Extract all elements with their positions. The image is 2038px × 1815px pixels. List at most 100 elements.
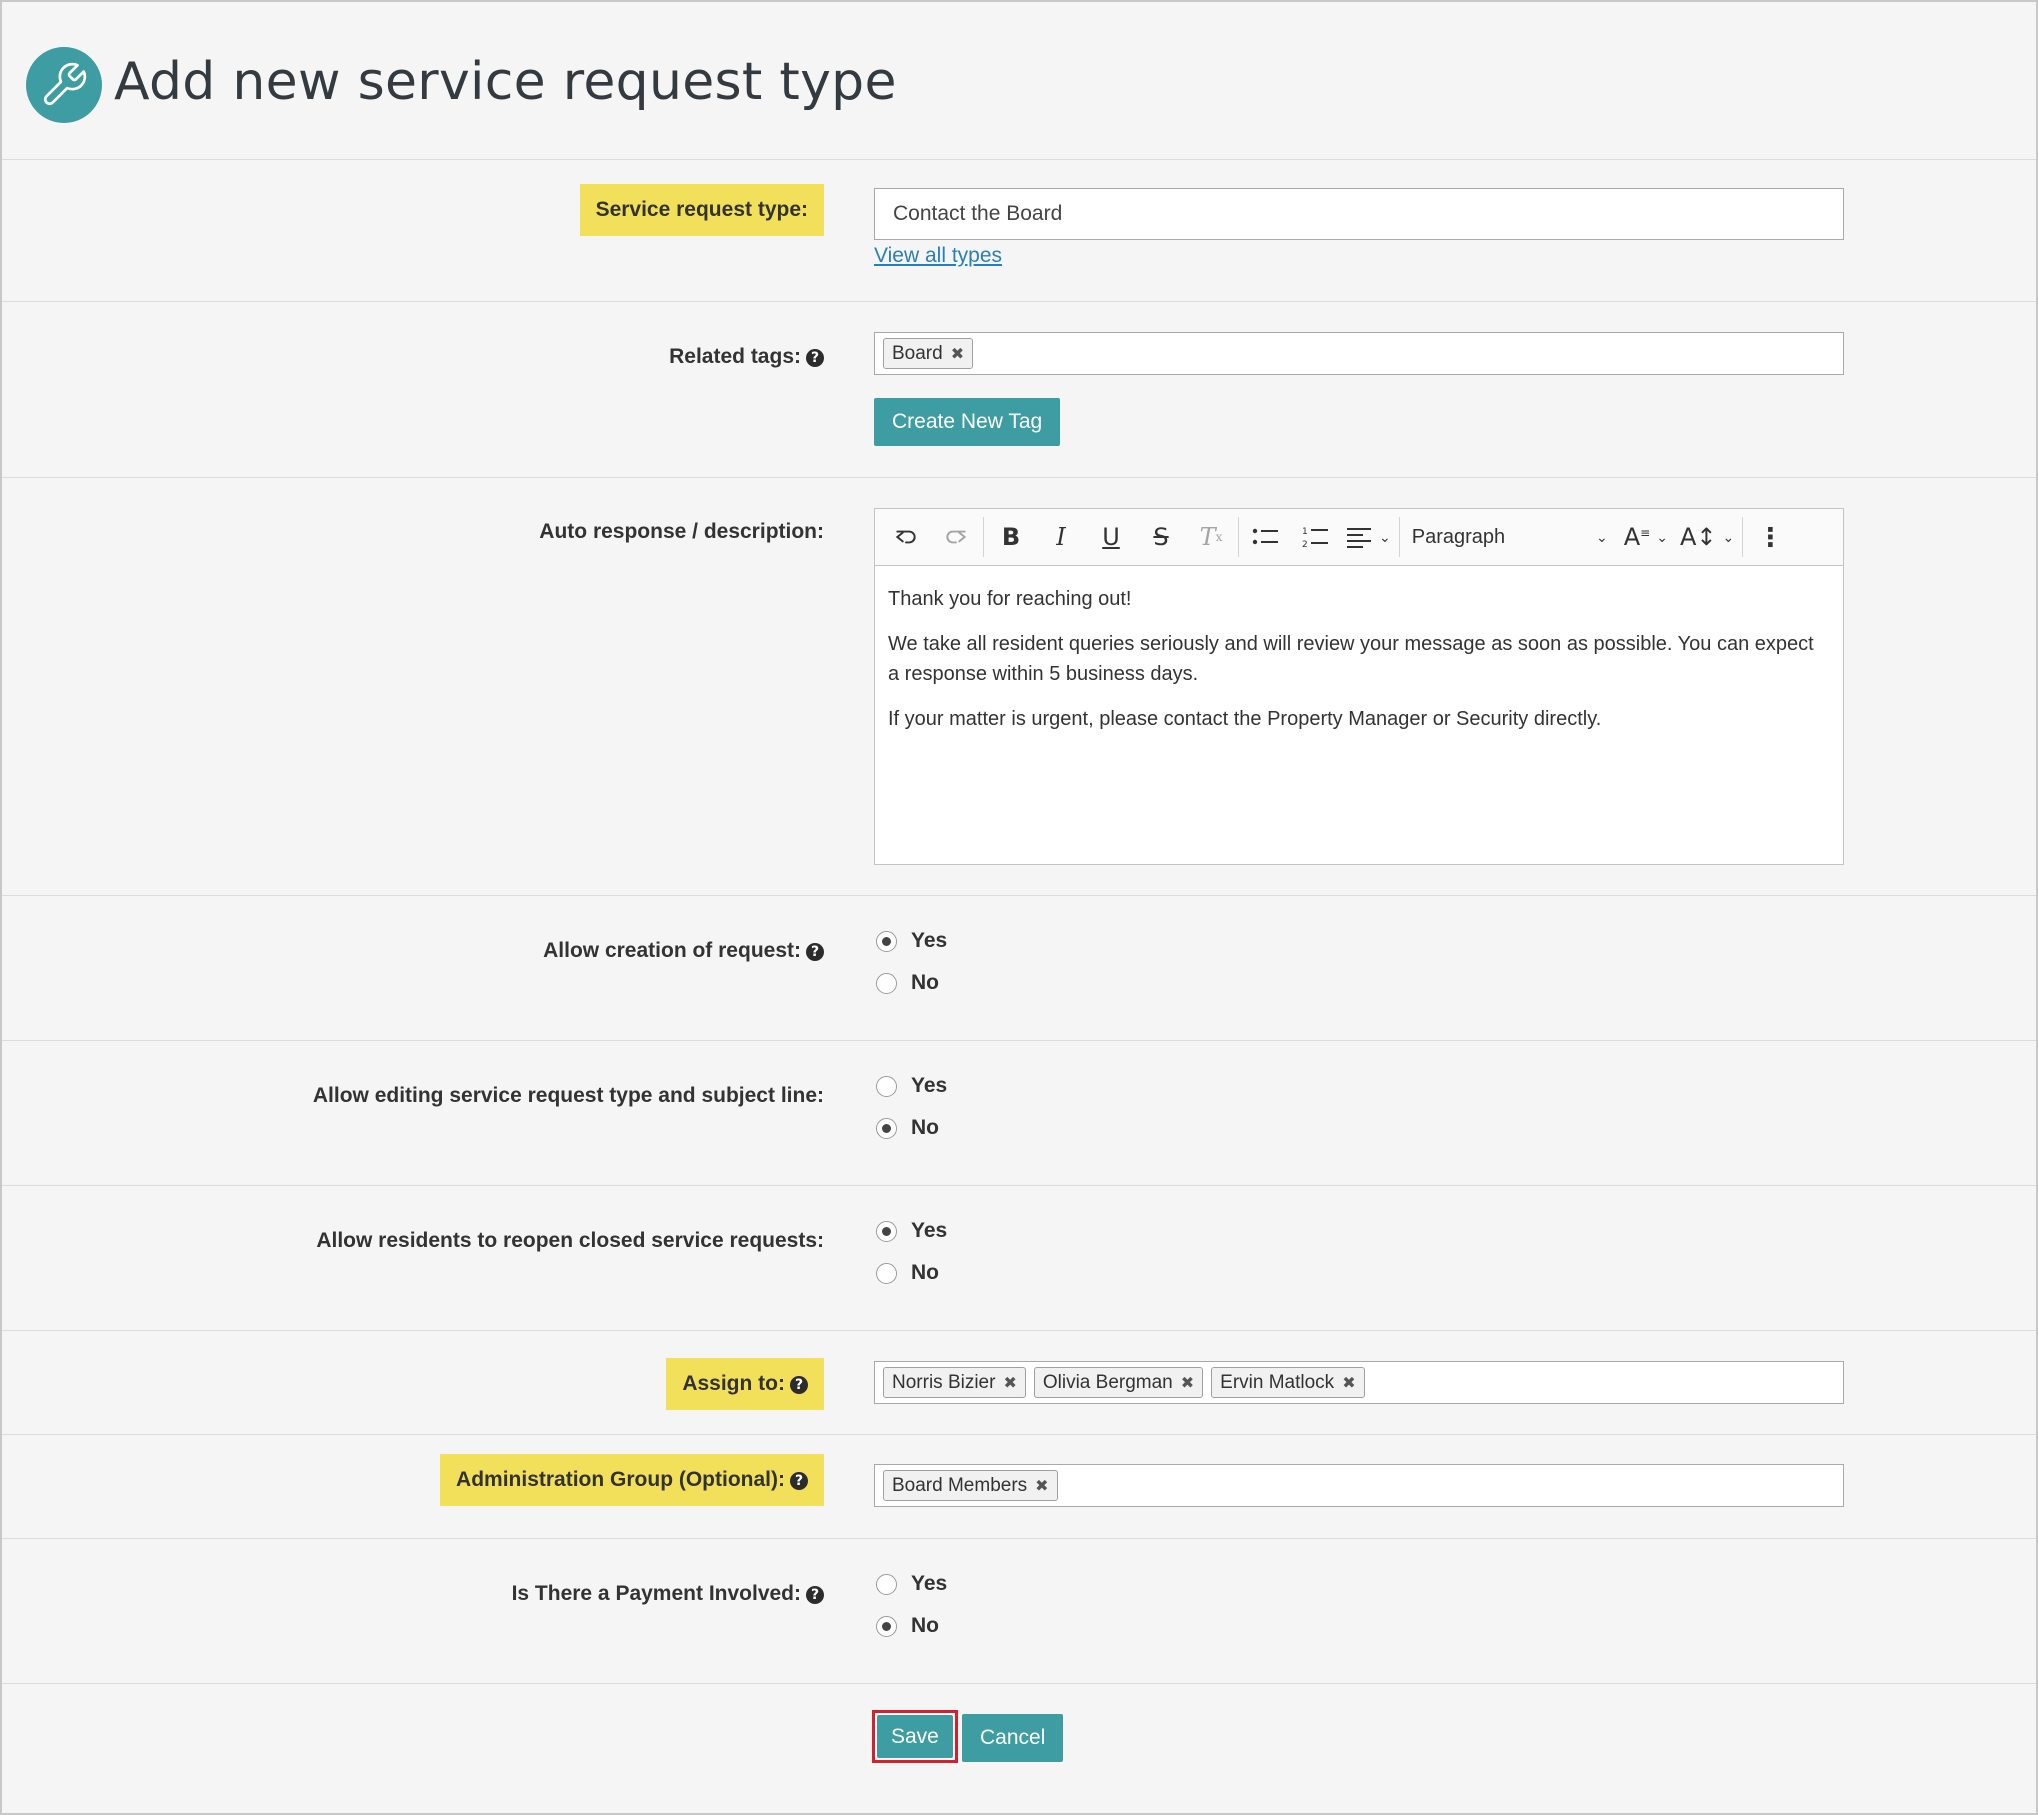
allow-editing-no-option[interactable]: No <box>876 1116 939 1140</box>
remove-tag-icon[interactable]: ✖ <box>1181 1373 1194 1393</box>
help-icon[interactable]: ? <box>790 1472 808 1490</box>
create-new-tag-button[interactable]: Create New Tag <box>874 398 1061 446</box>
allow-editing-label: Allow editing service request type and s… <box>312 1084 824 1107</box>
radio-button[interactable] <box>876 1573 897 1595</box>
strikethrough-icon[interactable]: S <box>1136 515 1186 560</box>
admin-group-row: Administration Group (Optional):? Board … <box>2 1435 2036 1539</box>
related-tags-label-text: Related tags: <box>669 345 801 368</box>
related-tags-field: Board ✖ Create New Tag <box>874 332 1844 446</box>
auto-response-label: Auto response / description: <box>539 520 824 543</box>
toolbar-divider <box>1238 517 1239 557</box>
group-chip: Board Members ✖ <box>883 1470 1058 1501</box>
rich-text-editor: B I U S Tx 12 ⌄ Paragraph ⌄ A≡ ⌄ A↕ ⌄ ⋮ … <box>874 508 1844 865</box>
tag-label: Norris Bizier <box>892 1371 996 1393</box>
payment-label-text: Is There a Payment Involved: <box>511 1582 801 1605</box>
bold-icon[interactable]: B <box>986 515 1036 560</box>
numbered-list-icon[interactable]: 12 <box>1291 515 1341 560</box>
allow-editing-yes-option[interactable]: Yes <box>876 1074 947 1098</box>
allow-creation-no-option[interactable]: No <box>876 971 939 995</box>
font-size-icon: A↕ <box>1679 523 1717 551</box>
service-request-type-label-text: Service request type: <box>595 198 808 221</box>
block-format-value: Paragraph <box>1411 525 1506 548</box>
toolbar-divider <box>1742 517 1744 557</box>
service-request-type-input[interactable] <box>874 188 1844 240</box>
payment-label: Is There a Payment Involved:? <box>512 1582 824 1606</box>
radio-label: No <box>911 971 939 994</box>
editor-content[interactable]: Thank you for reaching out! We take all … <box>875 566 1843 864</box>
related-tags-label: Related tags:? <box>669 345 824 369</box>
allow-reopen-no-option[interactable]: No <box>876 1261 939 1285</box>
assign-to-input[interactable]: Norris Bizier ✖ Olivia Bergman ✖ Ervin Mat… <box>874 1361 1844 1404</box>
admin-group-field: Board Members ✖ <box>874 1464 1844 1507</box>
editor-paragraph: Thank you for reaching out! <box>888 588 1132 610</box>
assign-to-row: Assign to:? Norris Bizier ✖ Olivia Bergma… <box>2 1331 2036 1435</box>
clear-formatting-icon[interactable]: Tx <box>1186 515 1236 560</box>
tag-label: Board <box>892 342 943 364</box>
view-all-types-link[interactable]: View all types <box>874 244 1002 267</box>
tag-label: Ervin Matlock <box>1220 1371 1335 1393</box>
assignee-chip: Olivia Bergman ✖ <box>1033 1367 1204 1398</box>
radio-button[interactable] <box>876 972 897 994</box>
assignee-chip: Ervin Matlock ✖ <box>1211 1367 1365 1398</box>
admin-group-label: Administration Group (Optional):? <box>440 1454 824 1506</box>
remove-tag-icon[interactable]: ✖ <box>951 344 964 364</box>
payment-no-option[interactable]: No <box>876 1614 939 1638</box>
svg-text:1: 1 <box>1302 527 1308 537</box>
radio-button[interactable] <box>876 1262 897 1284</box>
toolbar-divider <box>1398 517 1400 557</box>
wrench-icon <box>26 47 102 123</box>
block-format-dropdown[interactable]: Paragraph ⌄ <box>1402 515 1618 560</box>
help-icon[interactable]: ? <box>806 1586 824 1604</box>
cancel-button[interactable]: Cancel <box>962 1714 1064 1762</box>
payment-yes-option[interactable]: Yes <box>876 1572 947 1596</box>
admin-group-input[interactable]: Board Members ✖ <box>874 1464 1844 1507</box>
radio-label: No <box>911 1116 939 1139</box>
help-icon[interactable]: ? <box>806 349 824 367</box>
radio-button[interactable] <box>876 1220 897 1242</box>
chevron-down-icon: ⌄ <box>1596 528 1608 545</box>
italic-icon[interactable]: I <box>1036 515 1086 560</box>
save-button[interactable]: Save <box>877 1715 953 1758</box>
font-size-dropdown[interactable]: A↕ ⌄ <box>1674 515 1740 560</box>
radio-label: No <box>911 1614 939 1637</box>
font-family-dropdown[interactable]: A≡ ⌄ <box>1618 515 1674 560</box>
allow-creation-row: Allow creation of request:? Yes No <box>2 896 2036 1041</box>
underline-icon[interactable]: U <box>1086 515 1136 560</box>
radio-button[interactable] <box>876 1615 897 1637</box>
editor-paragraph: We take all resident queries seriously a… <box>888 633 1814 685</box>
service-request-type-row: Service request type: View all types <box>2 160 2036 302</box>
remove-tag-icon[interactable]: ✖ <box>1342 1373 1355 1393</box>
bulleted-list-icon[interactable] <box>1241 515 1291 560</box>
redo-icon[interactable] <box>931 515 981 560</box>
tag-chip: Board ✖ <box>883 338 974 369</box>
font-family-icon: A≡ <box>1623 523 1651 551</box>
radio-button[interactable] <box>876 1117 897 1139</box>
align-left-icon <box>1347 528 1371 548</box>
allow-creation-yes-option[interactable]: Yes <box>876 929 947 953</box>
alignment-dropdown[interactable]: ⌄ <box>1341 515 1397 560</box>
auto-response-row: Auto response / description: B I U S Tx <box>2 478 2036 896</box>
radio-button[interactable] <box>876 930 897 952</box>
undo-icon[interactable] <box>881 515 931 560</box>
service-request-type-field: View all types <box>874 188 1844 268</box>
service-request-type-label: Service request type: <box>579 184 824 236</box>
related-tags-input[interactable]: Board ✖ <box>874 332 1844 375</box>
chevron-down-icon: ⌄ <box>1379 528 1391 545</box>
admin-group-label-text: Administration Group (Optional): <box>456 1468 785 1491</box>
allow-reopen-label: Allow residents to reopen closed service… <box>316 1229 824 1252</box>
radio-label: Yes <box>911 1572 948 1595</box>
chevron-down-icon: ⌄ <box>1656 528 1668 545</box>
radio-label: Yes <box>911 1219 948 1242</box>
help-icon[interactable]: ? <box>790 1376 808 1394</box>
allow-reopen-yes-option[interactable]: Yes <box>876 1219 947 1243</box>
remove-tag-icon[interactable]: ✖ <box>1035 1476 1048 1496</box>
allow-editing-row: Allow editing service request type and s… <box>2 1041 2036 1186</box>
more-options-icon[interactable]: ⋮ <box>1745 515 1795 560</box>
radio-button[interactable] <box>876 1075 897 1097</box>
page-header: Add new service request type <box>2 2 2036 160</box>
tag-label: Board Members <box>892 1474 1028 1496</box>
page-title: Add new service request type <box>114 52 897 112</box>
help-icon[interactable]: ? <box>806 943 824 961</box>
remove-tag-icon[interactable]: ✖ <box>1003 1373 1016 1393</box>
tag-label: Olivia Bergman <box>1042 1371 1173 1393</box>
